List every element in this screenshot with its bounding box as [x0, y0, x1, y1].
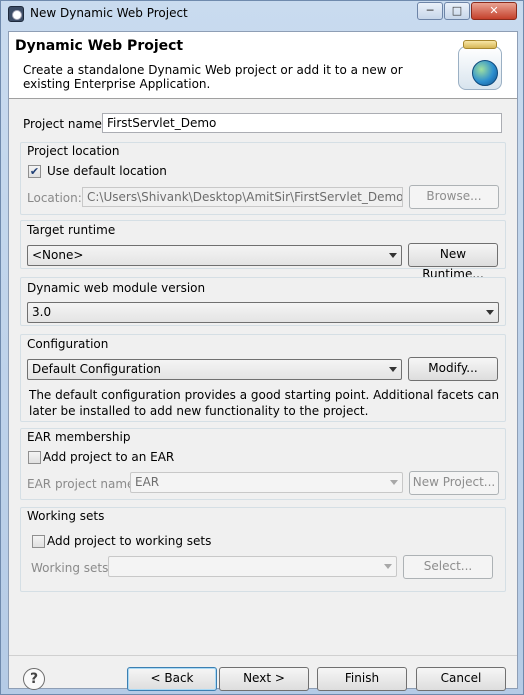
ear-project-name-select[interactable]: EAR [130, 472, 403, 493]
browse-button[interactable]: Browse... [409, 185, 499, 209]
project-location-title: Project location [27, 144, 120, 158]
back-button[interactable]: < Back [127, 667, 217, 691]
help-icon[interactable]: ? [23, 668, 45, 690]
module-version-select[interactable]: 3.0 [27, 302, 499, 323]
window-title: New Dynamic Web Project [30, 6, 188, 20]
globe-icon [472, 60, 498, 86]
jar-lid-shape [463, 40, 497, 49]
working-sets-select[interactable] [108, 556, 397, 577]
eclipse-app-icon [8, 6, 24, 22]
chevron-down-icon [389, 253, 397, 258]
module-version-title: Dynamic web module version [27, 281, 206, 295]
working-sets-label: Working sets: [31, 561, 113, 575]
chevron-down-icon [486, 310, 494, 315]
new-ear-project-button[interactable]: New Project... [409, 471, 499, 495]
project-name-label: Project name: [23, 117, 106, 131]
title-bar[interactable]: New Dynamic Web Project ─ □ ✕ [1, 1, 523, 27]
use-default-location-checkbox[interactable]: ✔ [28, 165, 41, 178]
new-runtime-button[interactable]: New Runtime... [408, 243, 498, 281]
close-button[interactable]: ✕ [471, 2, 517, 20]
select-working-sets-button[interactable]: Select... [403, 555, 493, 579]
use-default-location-label: Use default location [47, 164, 167, 178]
web-project-jar-globe-icon [455, 38, 507, 92]
target-runtime-value: <None> [32, 248, 84, 262]
ear-project-name-value: EAR [135, 475, 160, 489]
location-input[interactable]: C:\Users\Shivank\Desktop\AmitSir\FirstSe… [82, 187, 403, 207]
maximize-button[interactable]: □ [444, 2, 470, 20]
configuration-title: Configuration [27, 337, 109, 351]
finish-button[interactable]: Finish [317, 667, 407, 691]
wizard-description: Create a standalone Dynamic Web project … [23, 63, 403, 91]
module-version-value: 3.0 [32, 305, 52, 319]
footer-separator [9, 655, 517, 656]
configuration-description: The default configuration provides a goo… [29, 388, 500, 418]
chevron-down-icon [389, 367, 397, 372]
add-to-ear-label: Add project to an EAR [43, 450, 175, 464]
project-name-input[interactable]: FirstServlet_Demo [102, 113, 502, 133]
add-to-working-sets-label: Add project to working sets [47, 534, 212, 548]
working-sets-title: Working sets [27, 509, 105, 523]
modify-button[interactable]: Modify... [408, 357, 498, 381]
add-to-ear-checkbox[interactable] [28, 451, 41, 464]
wizard-banner: Dynamic Web Project Create a standalone … [9, 32, 517, 99]
location-label: Location: [27, 191, 82, 205]
cancel-button[interactable]: Cancel [416, 667, 506, 691]
next-button[interactable]: Next > [219, 667, 309, 691]
minimize-button[interactable]: ─ [417, 2, 443, 20]
wizard-title: Dynamic Web Project [15, 38, 184, 54]
chevron-down-icon [384, 564, 392, 569]
ear-project-name-label: EAR project name: [27, 477, 139, 491]
chevron-down-icon [390, 480, 398, 485]
dialog-window: New Dynamic Web Project ─ □ ✕ Dynamic We… [0, 0, 524, 695]
ear-membership-title: EAR membership [27, 430, 131, 444]
configuration-value: Default Configuration [32, 362, 162, 376]
configuration-select[interactable]: Default Configuration [27, 359, 402, 380]
target-runtime-title: Target runtime [27, 223, 116, 237]
dialog-body: Dynamic Web Project Create a standalone … [8, 31, 518, 691]
target-runtime-select[interactable]: <None> [27, 245, 402, 266]
add-to-working-sets-checkbox[interactable] [32, 535, 45, 548]
